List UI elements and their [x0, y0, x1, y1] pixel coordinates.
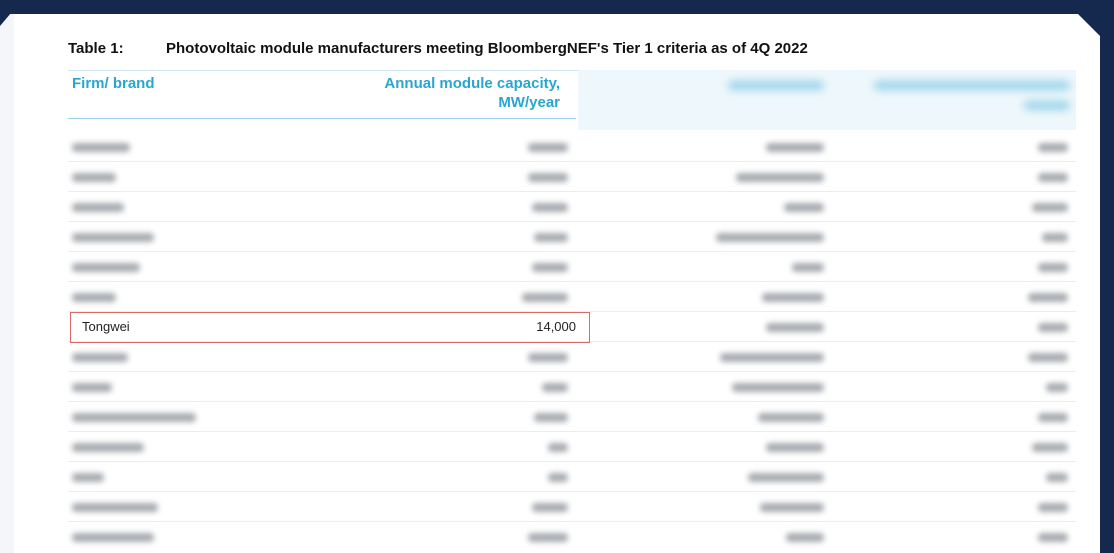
blurred-text: [716, 233, 824, 242]
blurred-text: [1038, 263, 1068, 272]
frame-corner-right: [1078, 14, 1100, 36]
table-title: Table 1: Photovoltaic module manufacturer…: [68, 40, 808, 57]
blurred-text: [72, 173, 116, 182]
blurred-text: [1024, 101, 1070, 110]
blurred-text: [72, 353, 128, 362]
table-row: [68, 432, 1076, 462]
column-header-firm-2-blurred: [700, 76, 824, 95]
blurred-text: [1032, 443, 1068, 452]
column-header-capacity-line1: Annual module capacity,: [384, 75, 560, 92]
highlighted-capacity-value: 14,000: [536, 319, 576, 334]
blurred-text: [1038, 143, 1068, 152]
blurred-text: [72, 263, 140, 272]
column-header-firm: Firm/ brand: [72, 75, 155, 92]
table-row: [68, 282, 1076, 312]
blurred-text: [72, 533, 154, 542]
blurred-text: [766, 143, 824, 152]
blurred-text: [758, 413, 824, 422]
blurred-text: [72, 503, 158, 512]
table-row: [68, 522, 1076, 552]
blurred-text: [792, 263, 824, 272]
table-row: [68, 132, 1076, 162]
blurred-text: [1046, 473, 1068, 482]
blurred-text: [732, 383, 824, 392]
blurred-text: [532, 503, 568, 512]
blurred-text: [72, 383, 112, 392]
screen-frame: Table 1: Photovoltaic module manufacturer…: [0, 0, 1114, 553]
blurred-text: [528, 143, 568, 152]
blurred-text: [1032, 203, 1068, 212]
blurred-text: [72, 443, 144, 452]
column-header-capacity-line2: MW/year: [498, 94, 560, 111]
blurred-text: [1038, 323, 1068, 332]
blurred-text: [874, 81, 1070, 90]
blurred-text: [72, 143, 130, 152]
table-title-text: Photovoltaic module manufacturers meetin…: [166, 40, 808, 57]
blurred-text: [534, 233, 568, 242]
blurred-text: [1038, 173, 1068, 182]
highlighted-firm-name: Tongwei: [82, 319, 130, 334]
blurred-text: [1028, 293, 1068, 302]
blurred-text: [766, 443, 824, 452]
blurred-text: [760, 503, 824, 512]
blurred-text: [72, 203, 124, 212]
blurred-text: [532, 203, 568, 212]
blurred-text: [72, 413, 196, 422]
blurred-text: [548, 473, 568, 482]
frame-right-band: [1100, 0, 1114, 553]
blurred-text: [786, 533, 824, 542]
blurred-text: [748, 473, 824, 482]
table-row: [68, 192, 1076, 222]
blurred-text: [528, 173, 568, 182]
blurred-text: [736, 173, 824, 182]
table-row: [68, 222, 1076, 252]
blurred-text: [532, 263, 568, 272]
blurred-text: [784, 203, 824, 212]
table-row: [68, 342, 1076, 372]
blurred-text: [728, 81, 824, 90]
blurred-text: [72, 473, 104, 482]
table-row: [68, 492, 1076, 522]
table-row: [68, 372, 1076, 402]
blurred-text: [1028, 353, 1068, 362]
blurred-text: [1042, 233, 1068, 242]
blurred-text: [1038, 533, 1068, 542]
blurred-text: [762, 293, 824, 302]
blurred-text: [1046, 383, 1068, 392]
blurred-text: [766, 323, 824, 332]
column-header-capacity: Annual module capacity, MW/year: [300, 74, 560, 112]
blurred-text: [528, 353, 568, 362]
blurred-text: [522, 293, 568, 302]
blurred-text: [528, 533, 568, 542]
frame-top-band: [0, 0, 1114, 14]
table-row: [68, 462, 1076, 492]
table-label: Table 1:: [68, 40, 124, 57]
table-row: [68, 162, 1076, 192]
blurred-text: [72, 293, 116, 302]
blurred-text: [548, 443, 568, 452]
table-row: [68, 402, 1076, 432]
blurred-text: [1038, 503, 1068, 512]
header-bottom-rule: [68, 118, 576, 119]
table-row: [68, 252, 1076, 282]
blurred-text: [720, 353, 824, 362]
blurred-text: [542, 383, 568, 392]
blurred-text: [72, 233, 154, 242]
blurred-text: [1038, 413, 1068, 422]
column-header-capacity-2-blurred: [850, 76, 1070, 115]
blurred-text: [534, 413, 568, 422]
